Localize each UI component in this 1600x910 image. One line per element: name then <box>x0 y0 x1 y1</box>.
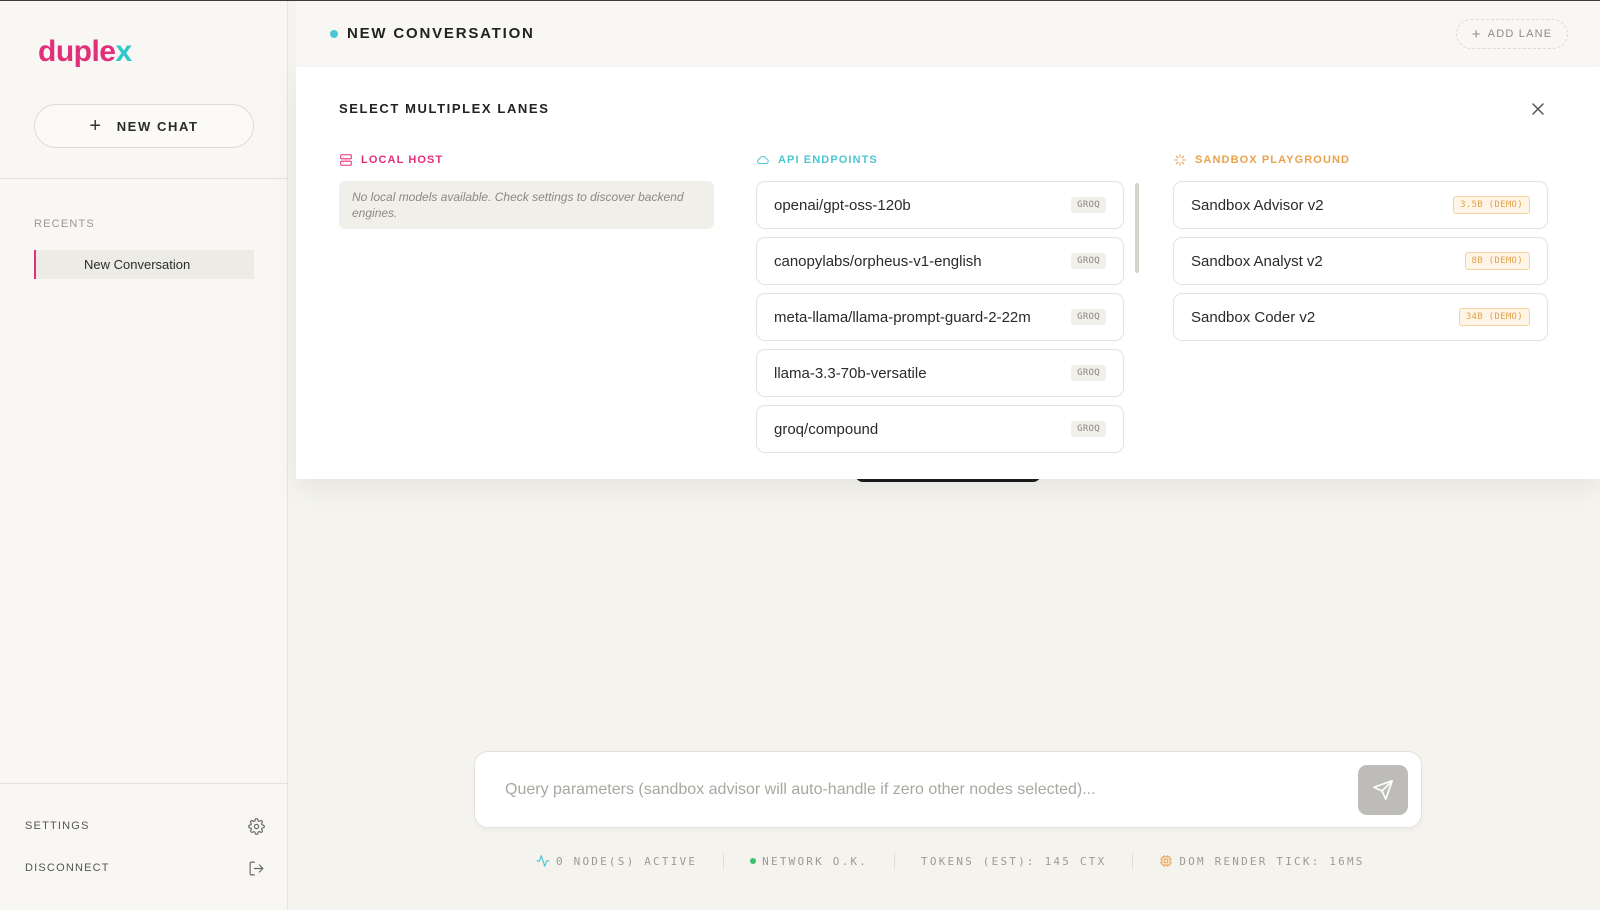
model-name: llama-3.3-70b-versatile <box>774 364 927 382</box>
model-name: openai/gpt-oss-120b <box>774 196 911 214</box>
status-divider <box>894 853 896 869</box>
status-divider <box>1132 853 1134 869</box>
local-host-heading: LOCAL HOST <box>339 151 714 169</box>
settings-label: SETTINGS <box>25 820 90 832</box>
local-host-label: LOCAL HOST <box>361 154 444 166</box>
logo-text-accent: x <box>115 35 133 68</box>
recent-conversation-item[interactable]: New Conversation <box>34 250 254 279</box>
recent-conversation-label: New Conversation <box>84 257 191 272</box>
model-option[interactable]: groq/compound GROQ <box>756 405 1124 453</box>
model-option[interactable]: llama-3.3-70b-versatile GROQ <box>756 349 1124 397</box>
send-button[interactable] <box>1358 765 1408 815</box>
new-chat-button[interactable]: + NEW CHAT <box>34 104 254 148</box>
status-dot <box>330 30 338 38</box>
add-lane-button[interactable]: + ADD LANE <box>1456 19 1568 49</box>
conversation-title: NEW CONVERSATION <box>347 25 535 42</box>
status-bar: 0 NODE(S) ACTIVE NETWORK O.K. TOKENS (ES… <box>536 852 1365 870</box>
sidebar: duplex + NEW CHAT RECENTS New Conversati… <box>0 1 288 910</box>
model-option[interactable]: canopylabs/orpheus-v1-english GROQ <box>756 237 1124 285</box>
model-name: meta-llama/llama-prompt-guard-2-22m <box>774 308 1031 326</box>
provider-badge: GROQ <box>1071 365 1106 381</box>
nodes-status: 0 NODE(S) ACTIVE <box>536 854 697 868</box>
tokens-estimate-text: TOKENS (EST): 145 CTX <box>921 854 1107 868</box>
sidebar-divider-bottom <box>0 783 288 784</box>
render-status: DOM RENDER TICK: 16MS <box>1159 854 1364 868</box>
plus-icon: + <box>1471 25 1482 43</box>
network-status: NETWORK O.K. <box>750 855 868 868</box>
model-name: canopylabs/orpheus-v1-english <box>774 252 982 270</box>
sparkle-icon <box>1174 154 1186 166</box>
model-name: groq/compound <box>774 420 879 438</box>
disconnect-label: DISCONNECT <box>25 862 110 874</box>
sidebar-divider-top <box>0 178 288 179</box>
query-composer <box>474 751 1422 828</box>
server-icon <box>340 154 352 166</box>
size-badge: 3.5B (DEMO) <box>1453 196 1530 214</box>
local-empty-message: No local models available. Check setting… <box>339 181 714 229</box>
plus-icon: + <box>89 114 103 137</box>
sandbox-playground-heading: SANDBOX PLAYGROUND <box>1173 151 1548 169</box>
api-endpoints-column: API ENDPOINTS openai/gpt-oss-120b GROQ c… <box>756 151 1136 453</box>
cloud-icon <box>757 155 769 165</box>
lane-selector-title: SELECT MULTIPLEX LANES <box>339 101 550 116</box>
settings-button[interactable]: SETTINGS <box>25 816 265 836</box>
model-option[interactable]: Sandbox Coder v2 34B (DEMO) <box>1173 293 1548 341</box>
size-badge: 8B (DEMO) <box>1464 252 1530 270</box>
chip-icon <box>1160 855 1173 867</box>
render-tick-text: DOM RENDER TICK: 16MS <box>1179 854 1365 868</box>
send-icon <box>1373 780 1393 800</box>
sandbox-playground-label: SANDBOX PLAYGROUND <box>1195 154 1351 166</box>
model-name: Sandbox Advisor v2 <box>1191 196 1324 214</box>
nodes-active-text: 0 NODE(S) ACTIVE <box>556 854 698 868</box>
tokens-status: TOKENS (EST): 145 CTX <box>921 855 1106 868</box>
activity-icon <box>536 855 550 867</box>
status-divider <box>723 853 725 869</box>
sandbox-model-list: Sandbox Advisor v2 3.5B (DEMO) Sandbox A… <box>1173 181 1548 353</box>
add-lane-label: ADD LANE <box>1487 28 1553 40</box>
model-option[interactable]: Sandbox Analyst v2 8B (DEMO) <box>1173 237 1548 285</box>
disconnect-button[interactable]: DISCONNECT <box>25 858 265 878</box>
model-name: Sandbox Analyst v2 <box>1191 252 1323 270</box>
model-option[interactable]: meta-llama/llama-prompt-guard-2-22m GROQ <box>756 293 1124 341</box>
close-icon[interactable] <box>1528 99 1548 119</box>
api-endpoints-heading: API ENDPOINTS <box>756 151 1136 169</box>
network-status-text: NETWORK O.K. <box>762 854 869 868</box>
size-badge: 34B (DEMO) <box>1458 308 1530 326</box>
sandbox-playground-column: SANDBOX PLAYGROUND Sandbox Advisor v2 3.… <box>1173 151 1548 341</box>
api-endpoints-label: API ENDPOINTS <box>778 154 878 166</box>
query-input[interactable] <box>505 774 1325 806</box>
recents-heading: RECENTS <box>34 218 95 230</box>
logout-icon <box>249 861 264 875</box>
provider-badge: GROQ <box>1071 421 1106 437</box>
provider-badge: GROQ <box>1071 197 1106 213</box>
lane-selector-panel: SELECT MULTIPLEX LANES LOCAL HOST No loc… <box>296 67 1600 479</box>
provider-badge: GROQ <box>1071 309 1106 325</box>
api-model-list[interactable]: openai/gpt-oss-120b GROQ canopylabs/orph… <box>756 181 1136 453</box>
gear-icon <box>248 817 265 835</box>
local-host-column: LOCAL HOST No local models available. Ch… <box>339 151 714 229</box>
new-chat-label: NEW CHAT <box>116 118 199 134</box>
logo-text-main: duple <box>38 35 116 68</box>
model-option[interactable]: Sandbox Advisor v2 3.5B (DEMO) <box>1173 181 1548 229</box>
model-option[interactable]: openai/gpt-oss-120b GROQ <box>756 181 1124 229</box>
model-name: Sandbox Coder v2 <box>1191 308 1316 326</box>
app-logo[interactable]: duplex <box>38 35 132 69</box>
provider-badge: GROQ <box>1071 253 1106 269</box>
network-ok-dot <box>750 858 757 864</box>
conversation-header: NEW CONVERSATION + ADD LANE <box>296 1 1600 67</box>
api-list-scrollbar[interactable] <box>1135 183 1139 273</box>
